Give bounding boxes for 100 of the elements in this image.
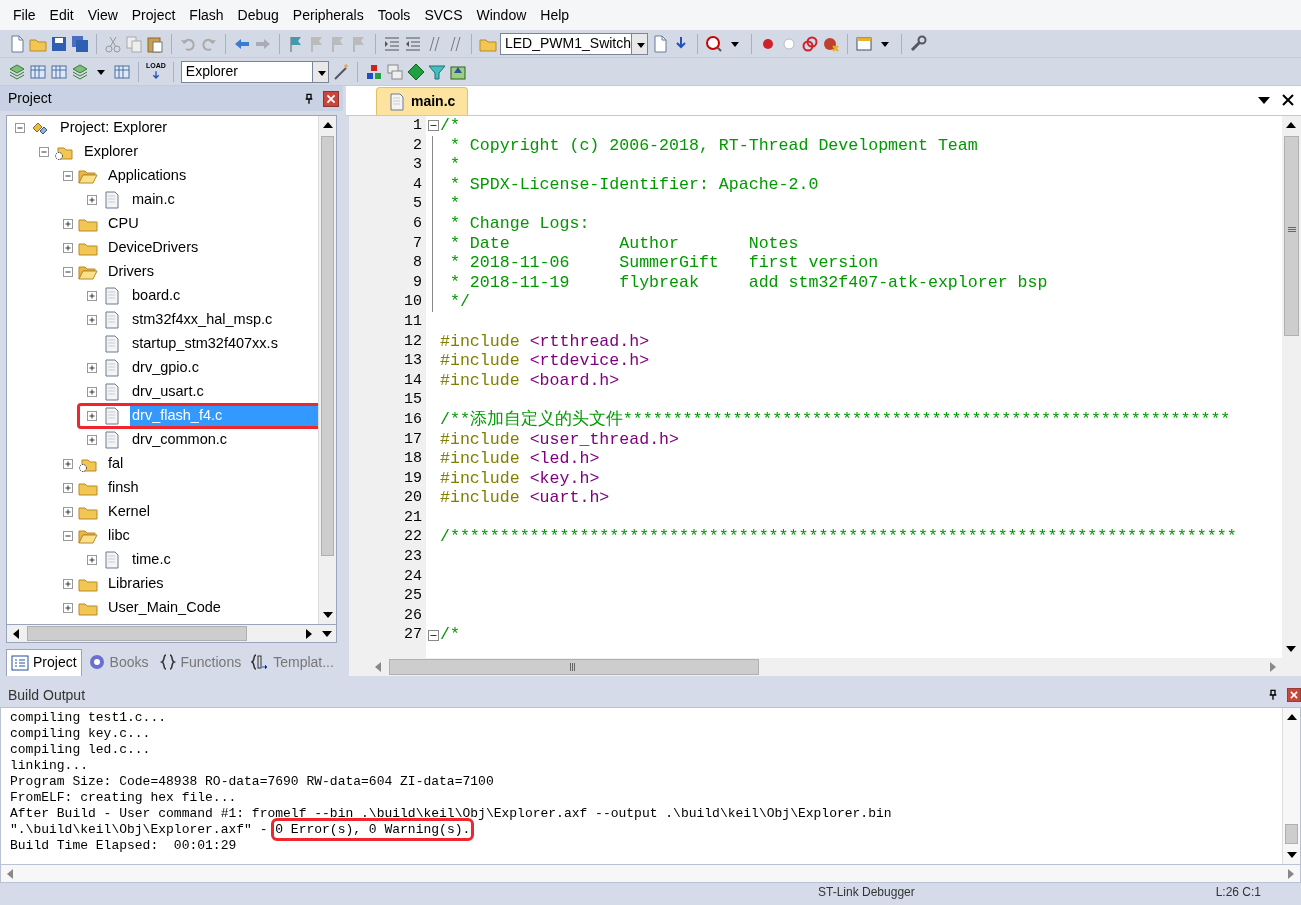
expand-icon[interactable] bbox=[87, 291, 97, 302]
file-icon bbox=[102, 311, 122, 330]
scrollbar-thumb[interactable] bbox=[389, 659, 759, 675]
scrollbar-thumb[interactable] bbox=[27, 625, 247, 641]
tree-item[interactable]: finsh bbox=[106, 476, 141, 500]
code-comment: /* bbox=[440, 116, 460, 135]
tree-item[interactable]: libc bbox=[106, 524, 132, 548]
line-number: 12 bbox=[403, 331, 423, 352]
funnel-icon[interactable] bbox=[427, 62, 446, 81]
menu-item[interactable]: Project bbox=[124, 4, 183, 26]
tree-item[interactable]: Explorer bbox=[82, 140, 140, 164]
tree-item[interactable]: Kernel bbox=[106, 500, 152, 524]
line-number: 17 bbox=[403, 429, 423, 450]
rebuild-icon[interactable] bbox=[50, 62, 68, 81]
breakpoints-icon[interactable] bbox=[801, 34, 819, 53]
expand-icon[interactable] bbox=[63, 243, 73, 254]
menu-item[interactable]: SVCS bbox=[417, 4, 470, 26]
menu-item[interactable]: Window bbox=[469, 4, 534, 26]
expand-icon[interactable] bbox=[63, 483, 73, 494]
expand-icon[interactable] bbox=[87, 363, 97, 374]
file-icon bbox=[102, 431, 122, 450]
line-number: 16 bbox=[403, 409, 423, 430]
scrollbar-thumb[interactable] bbox=[1284, 136, 1299, 336]
tree-item[interactable]: board.c bbox=[130, 284, 183, 308]
new-file-icon[interactable] bbox=[8, 34, 26, 53]
tree-item[interactable]: fal bbox=[106, 452, 126, 476]
output-line: Build Time Elapsed: 00:01:29 bbox=[10, 838, 238, 854]
code-comment: * bbox=[448, 155, 460, 175]
menu-item[interactable]: Peripherals bbox=[285, 4, 371, 26]
tree-item[interactable]: drv_common.c bbox=[130, 428, 230, 452]
tree-item[interactable]: time.c bbox=[130, 548, 173, 572]
code-comment: /* bbox=[440, 625, 460, 645]
build-icon[interactable] bbox=[29, 62, 47, 81]
tree-item[interactable]: Project: Explorer bbox=[58, 116, 170, 140]
code-line: #include <rtdevice.h> bbox=[440, 351, 650, 371]
collapse-icon[interactable] bbox=[427, 629, 439, 641]
tree-item[interactable]: stm32f4xx_hal_msp.c bbox=[130, 308, 275, 332]
editor-tab[interactable]: main.c bbox=[376, 87, 469, 115]
tree-item[interactable]: main.c bbox=[130, 188, 177, 212]
file-icon bbox=[102, 359, 122, 378]
expand-icon[interactable] bbox=[87, 411, 97, 422]
menu-item[interactable]: Debug bbox=[230, 4, 286, 26]
diamond-icon[interactable] bbox=[406, 62, 425, 81]
project-dropdown[interactable]: Explorer bbox=[180, 60, 329, 83]
menu-item[interactable]: View bbox=[80, 4, 125, 26]
translate-icon[interactable] bbox=[8, 62, 26, 81]
save-all-icon[interactable] bbox=[71, 34, 89, 53]
expand-icon[interactable] bbox=[63, 507, 73, 518]
collapse-icon[interactable] bbox=[427, 120, 439, 132]
menu-item[interactable]: Tools bbox=[370, 4, 418, 26]
line-number: 3 bbox=[412, 155, 423, 175]
status-text: L:26 C:1 bbox=[1215, 883, 1261, 900]
menu-item[interactable]: File bbox=[6, 4, 43, 26]
scrollbar-thumb[interactable] bbox=[321, 136, 334, 557]
line-number: 22 bbox=[403, 527, 423, 548]
debug-magnifier-icon[interactable] bbox=[705, 34, 723, 53]
line-number: 27 bbox=[403, 625, 423, 646]
code-line: #include <led.h> bbox=[440, 449, 600, 469]
line-number: 24 bbox=[403, 566, 423, 587]
scrollbar-thumb[interactable] bbox=[1285, 824, 1298, 844]
expand-icon[interactable] bbox=[63, 579, 73, 590]
menu-item[interactable]: Edit bbox=[42, 4, 81, 26]
expand-icon[interactable] bbox=[87, 195, 97, 206]
wrench-icon[interactable] bbox=[909, 34, 927, 53]
code-line: #include <board.h> bbox=[440, 370, 620, 390]
tree-item[interactable]: Drivers bbox=[106, 260, 156, 284]
line-number: 6 bbox=[412, 213, 423, 234]
line-number: 20 bbox=[403, 488, 423, 508]
save-icon[interactable] bbox=[50, 34, 68, 53]
line-number: 1 bbox=[412, 116, 423, 136]
tree-item[interactable]: drv_gpio.c bbox=[130, 356, 201, 380]
close-icon[interactable] bbox=[323, 89, 339, 108]
expand-icon[interactable] bbox=[87, 315, 97, 326]
paste-icon[interactable] bbox=[146, 34, 164, 53]
blocks-icon[interactable] bbox=[364, 62, 383, 81]
tree-item[interactable]: CPU bbox=[106, 212, 141, 236]
close-icon[interactable] bbox=[1287, 686, 1301, 704]
tree-item[interactable]: drv_usart.c bbox=[130, 380, 206, 404]
expand-icon[interactable] bbox=[87, 555, 97, 566]
menu-item[interactable]: Flash bbox=[182, 4, 231, 26]
tree-item[interactable]: DeviceDrivers bbox=[106, 236, 201, 260]
expand-icon[interactable] bbox=[63, 219, 73, 230]
expand-icon[interactable] bbox=[63, 459, 73, 470]
tree-item[interactable]: User_Main_Code bbox=[106, 596, 223, 620]
line-number: 11 bbox=[403, 311, 423, 332]
tree-item[interactable]: startup_stm32f407xx.s bbox=[130, 332, 280, 356]
tree-item[interactable]: Applications bbox=[106, 164, 189, 188]
panel-tab[interactable]: Project bbox=[6, 648, 82, 676]
books-icon bbox=[87, 653, 106, 672]
status-text: ST-Link Debugger bbox=[818, 883, 915, 900]
expand-icon[interactable] bbox=[63, 603, 73, 614]
code-comment: * Date Author Notes bbox=[448, 233, 799, 253]
target-dropdown[interactable]: LED_PWM1_Switch bbox=[500, 32, 648, 55]
expand-icon[interactable] bbox=[87, 435, 97, 446]
tree-item[interactable]: Libraries bbox=[106, 572, 166, 596]
output-line: compiling led.c... bbox=[10, 742, 152, 758]
line-number: 9 bbox=[412, 272, 423, 293]
menu-item[interactable]: Help bbox=[533, 4, 577, 26]
line-number: 23 bbox=[403, 547, 423, 567]
expand-icon[interactable] bbox=[87, 387, 97, 398]
